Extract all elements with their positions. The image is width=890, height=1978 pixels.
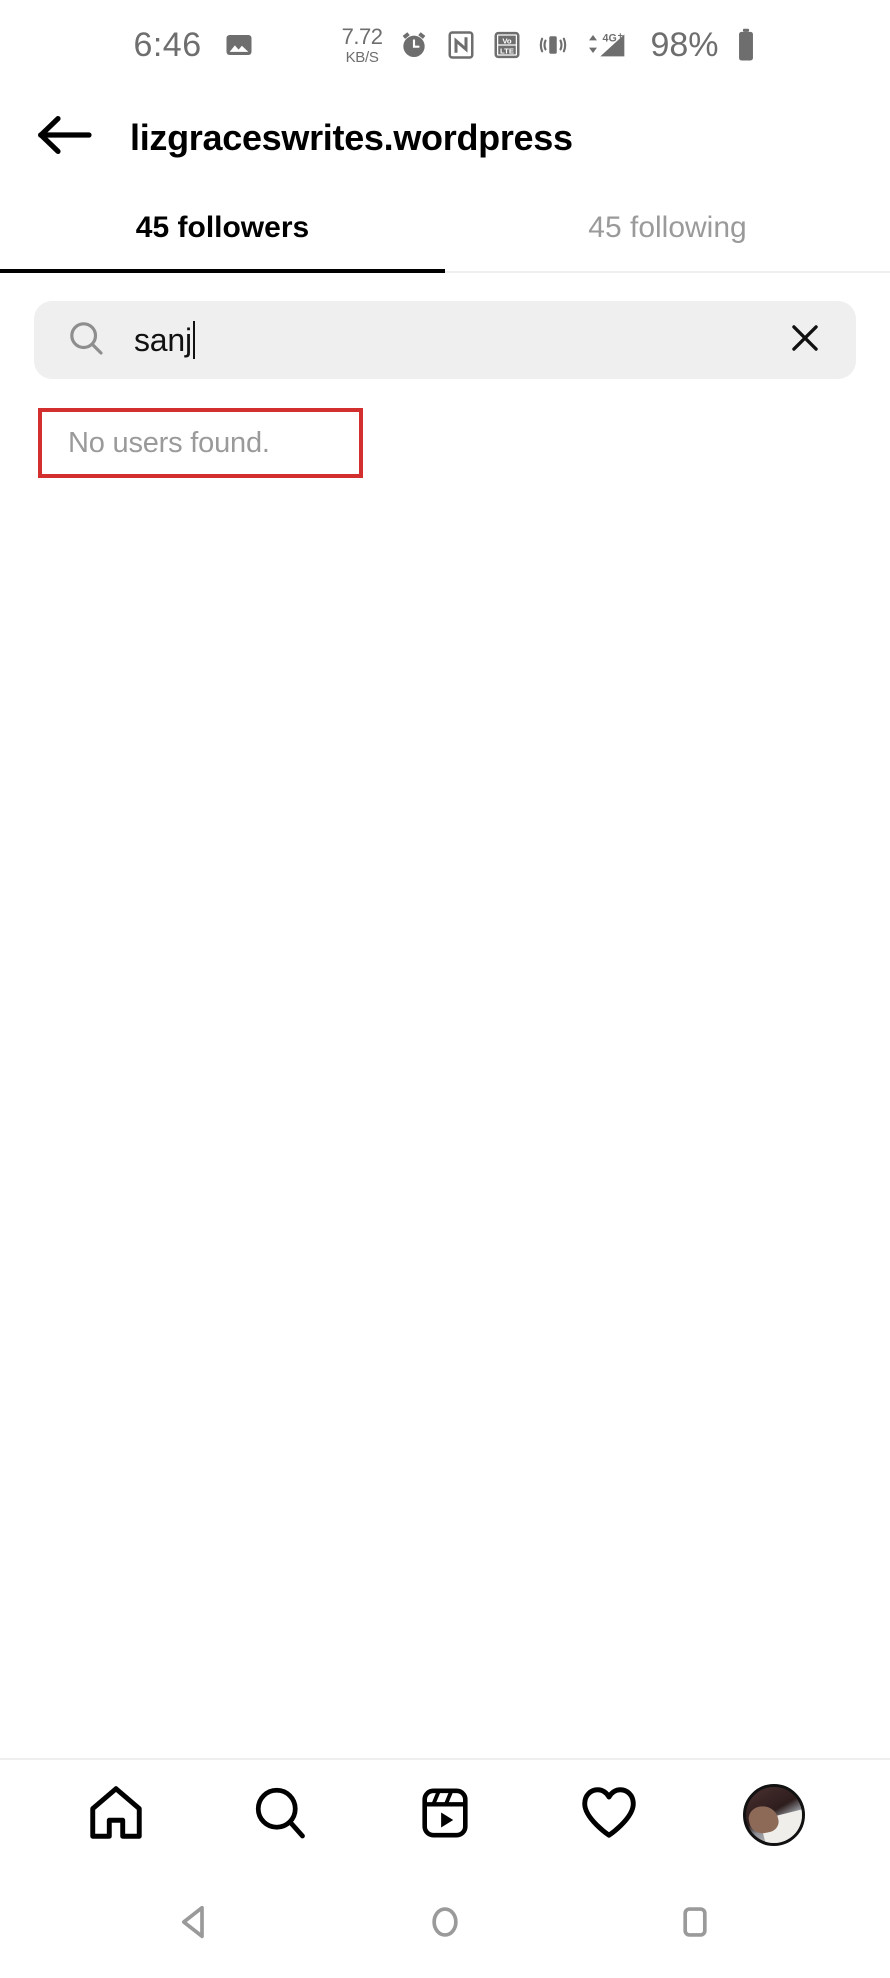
empty-state-highlight: No users found. [38, 408, 363, 478]
reels-icon [416, 1784, 474, 1847]
avatar [742, 1784, 805, 1846]
nav-item-search[interactable] [235, 1769, 327, 1861]
arrow-left-icon [37, 114, 93, 161]
app-header: lizgraceswrites.wordpress [0, 90, 890, 185]
photo-icon [224, 30, 254, 60]
nav-item-profile[interactable] [728, 1769, 820, 1861]
tab-bar: 45 followers 45 following [0, 185, 890, 273]
network-speed-value: 7.72 [341, 23, 383, 49]
search-icon [251, 1783, 311, 1848]
android-back-button[interactable] [163, 1892, 227, 1956]
back-button[interactable] [30, 103, 100, 173]
status-bar: 6:46 7.72 KB/S Vo LTE 4G + 98% [0, 0, 890, 90]
text-caret [192, 321, 195, 359]
search-results-area: No users found. [0, 379, 890, 1758]
nav-item-home[interactable] [70, 1769, 162, 1861]
square-recents-icon [674, 1901, 716, 1948]
empty-state-message: No users found. [68, 426, 270, 459]
android-navigation-bar [0, 1870, 890, 1978]
triangle-back-icon [174, 1901, 216, 1948]
tab-following[interactable]: 45 following [445, 185, 890, 271]
home-icon [85, 1782, 147, 1849]
network-speed-indicator: 7.72 KB/S [341, 23, 383, 66]
page-title: lizgraceswrites.wordpress [130, 116, 573, 158]
tab-followers-label: 45 followers [135, 211, 310, 244]
status-time: 6:46 [133, 25, 202, 64]
search-input-value: sanj [134, 321, 192, 358]
search-bar[interactable]: sanj [34, 301, 856, 379]
bottom-navigation-bar [0, 1758, 890, 1870]
battery-percent: 98% [650, 25, 719, 64]
nav-item-reels[interactable] [399, 1769, 491, 1861]
app-screen: 6:46 7.72 KB/S Vo LTE 4G + 98% lizgraces… [0, 0, 890, 1978]
battery-icon [735, 28, 757, 62]
search-icon [66, 318, 106, 363]
tab-followers[interactable]: 45 followers [0, 185, 445, 273]
heart-icon [578, 1782, 640, 1849]
network-speed-unit: KB/S [345, 48, 379, 66]
close-icon [786, 319, 824, 362]
android-recents-button[interactable] [663, 1892, 727, 1956]
search-input[interactable]: sanj [134, 321, 780, 359]
signal-4g-plus-icon: 4G + [584, 29, 630, 61]
nav-item-activity[interactable] [563, 1769, 655, 1861]
alarm-icon [398, 29, 430, 61]
vibrate-icon [538, 30, 568, 60]
android-home-button[interactable] [413, 1892, 477, 1956]
search-section: sanj [0, 273, 890, 379]
nfc-icon [446, 30, 476, 60]
circle-home-icon [424, 1901, 466, 1948]
tab-following-label: 45 following [588, 211, 747, 244]
svg-text:Vo: Vo [503, 36, 513, 45]
status-bar-left: 6:46 [133, 26, 253, 65]
svg-text:4G: 4G [603, 33, 617, 45]
volte-icon: Vo LTE [492, 30, 522, 60]
clear-search-button[interactable] [780, 315, 830, 365]
svg-text:LTE: LTE [500, 46, 514, 55]
status-bar-right: 7.72 KB/S Vo LTE 4G + 98% [341, 23, 757, 66]
